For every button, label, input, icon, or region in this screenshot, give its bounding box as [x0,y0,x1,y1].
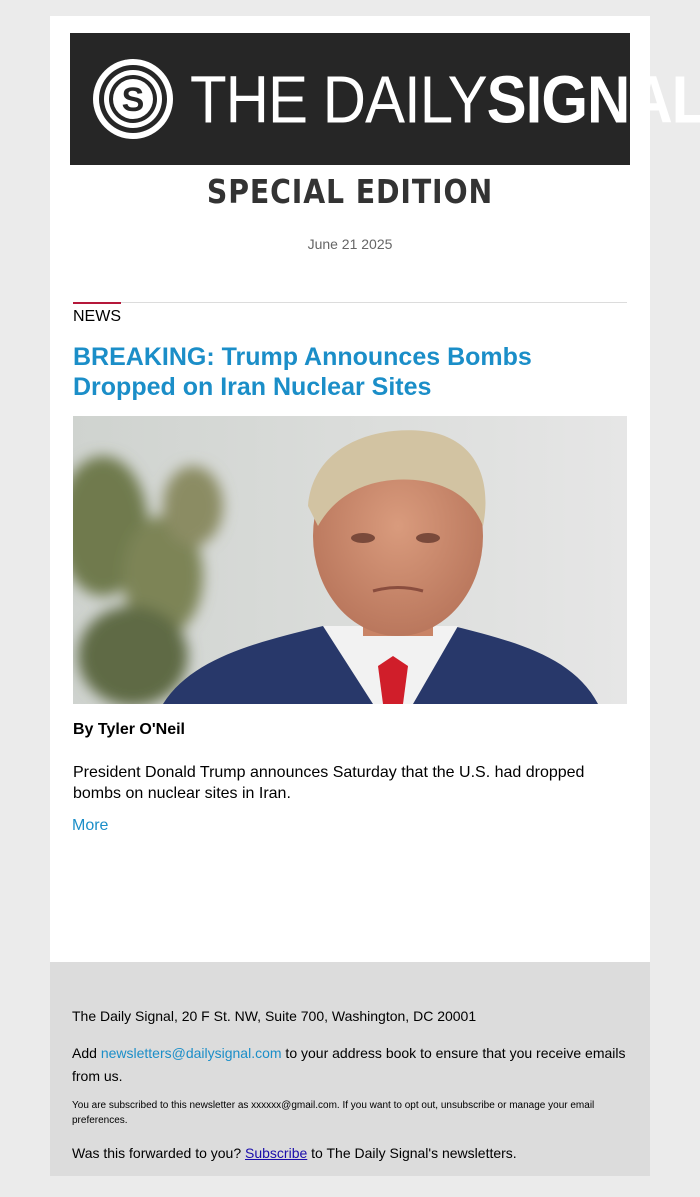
article-byline: By Tyler O'Neil [73,721,185,738]
subscription-notice: You are subscribed to this newsletter as… [72,1100,595,1126]
edition-title: SPECIAL EDITION [206,172,494,211]
email-card: S THE DAILY SIGNAL SPECIAL EDITION June … [50,16,700,962]
portrait-photo [73,416,627,704]
article-hero-image[interactable] [73,416,627,704]
article-headline[interactable]: BREAKING: Trump Announces Bombs Dropped … [73,342,627,402]
forwarded-prefix: Was this forwarded to you? [72,1145,246,1161]
brand-wordmark: THE DAILY SIGNAL [190,61,700,137]
footer-address-book-note: Add newsletters@dailysignal.com to your … [72,1042,632,1088]
svg-text:S: S [122,81,145,119]
brand-wordmark-light: THE DAILY [190,61,488,137]
newsletter-email-link[interactable]: newsletters@dailysignal.com [101,1045,282,1061]
more-link[interactable]: More [72,817,108,835]
footer-address: The Daily Signal, 20 F St. NW, Suite 700… [72,1008,477,1024]
section-divider [73,302,627,303]
s-logo-icon: S [93,59,173,139]
footer-add-prefix: Add [72,1045,101,1061]
forwarded-note: Was this forwarded to you? Subscribe to … [72,1145,517,1161]
brand-wordmark-bold: SIGNAL [486,61,700,137]
issue-date: June 21 2025 [307,236,393,252]
forwarded-suffix: to The Daily Signal's newsletters. [307,1145,517,1161]
footer: The Daily Signal, 20 F St. NW, Suite 700… [50,962,650,1176]
article-summary: President Donald Trump announces Saturda… [73,764,585,802]
masthead-banner[interactable]: S THE DAILY SIGNAL [70,33,700,165]
section-divider-accent [73,302,121,304]
section-label: NEWS [73,308,121,325]
subscribe-link[interactable]: Subscribe [245,1145,307,1161]
